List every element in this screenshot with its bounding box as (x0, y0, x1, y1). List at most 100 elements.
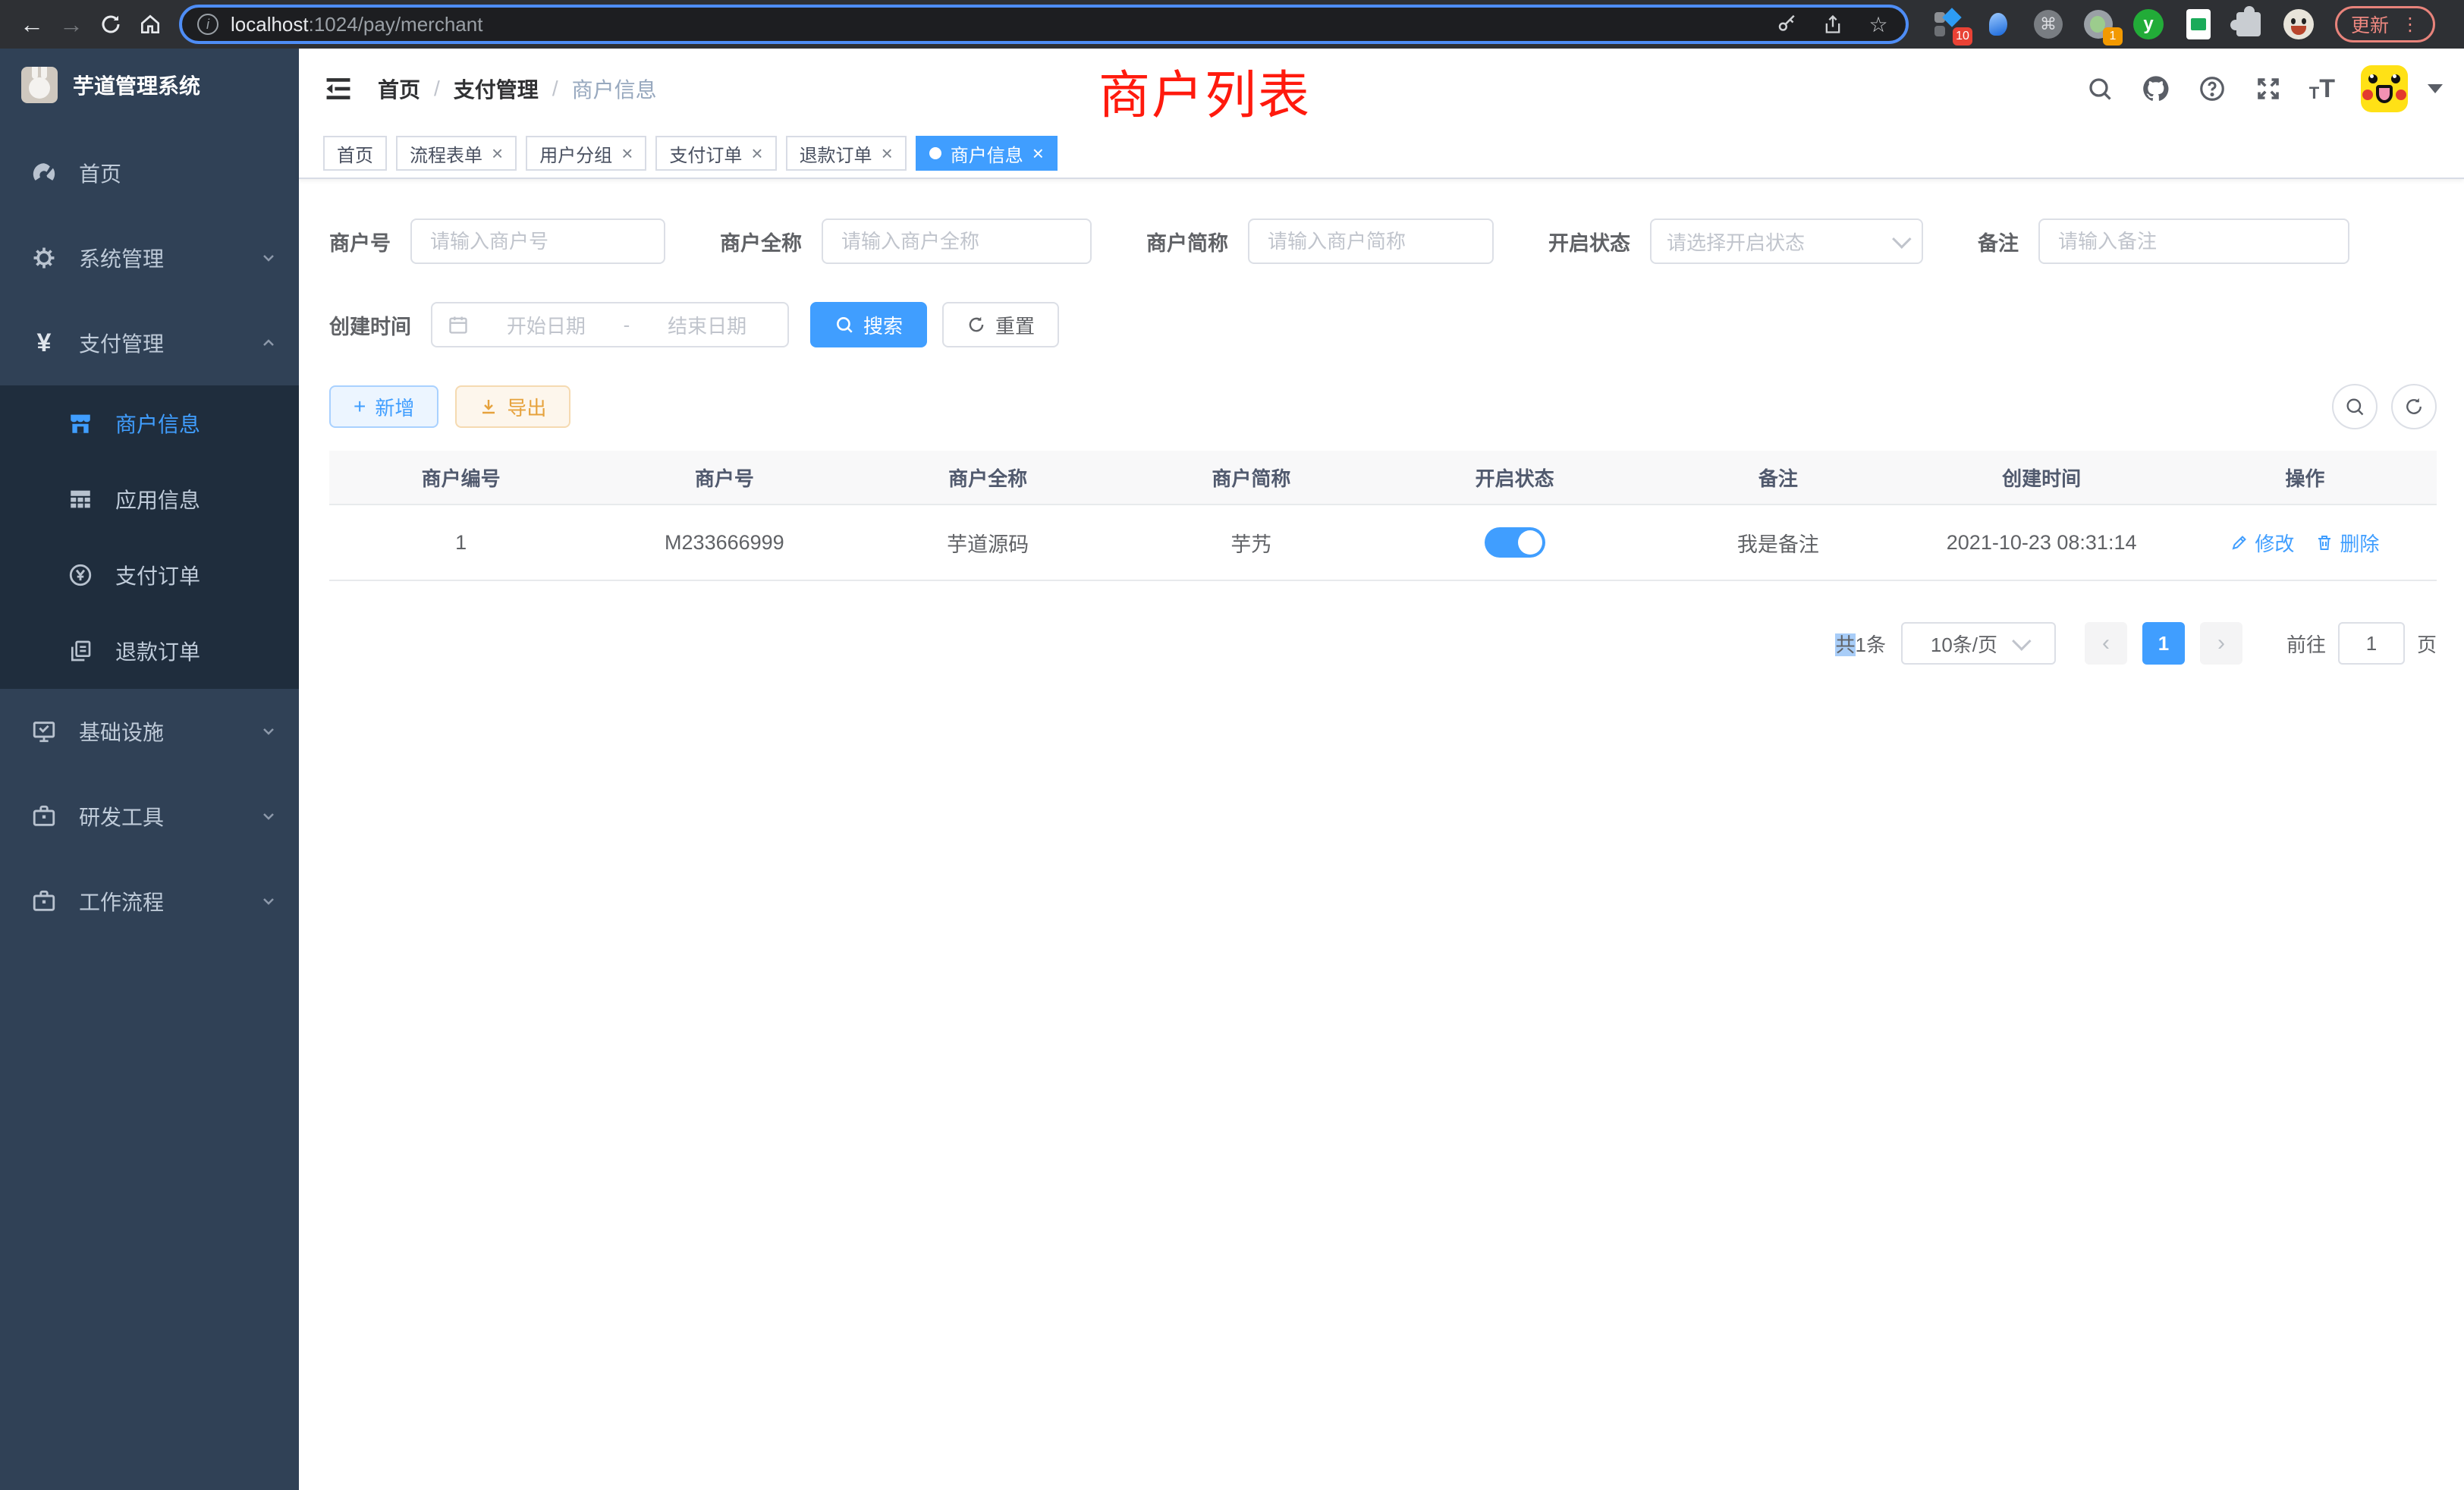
page-info-icon[interactable]: i (197, 14, 218, 35)
browser-home-button[interactable] (130, 5, 170, 44)
table-row: 1 M233666999 芋道源码 芋艿 我是备注 2021-10-23 08:… (329, 505, 2437, 581)
extension-y-icon[interactable]: y (2133, 9, 2164, 39)
breadcrumb: 首页 / 支付管理 / 商户信息 (378, 74, 657, 104)
goto-page-input[interactable] (2338, 622, 2405, 665)
extension-badge-10: 10 (1953, 27, 1972, 46)
extension-badge-1: 1 (2103, 27, 2123, 46)
close-icon[interactable]: × (621, 143, 633, 163)
status-select[interactable]: 请选择开启状态 (1650, 218, 1923, 264)
extension-command-icon[interactable]: ⌘ (2033, 9, 2063, 39)
sidebar-item-payment[interactable]: ¥ 支付管理 (0, 300, 299, 385)
github-icon[interactable] (2141, 74, 2171, 104)
shop-icon (67, 410, 94, 437)
next-page-button[interactable]: › (2200, 622, 2242, 665)
sidebar-item-devtools[interactable]: 研发工具 (0, 774, 299, 859)
sidebar-item-app-info[interactable]: 应用信息 (0, 461, 299, 537)
breadcrumb-payment[interactable]: 支付管理 (454, 74, 539, 104)
extension-notes-icon[interactable] (2183, 9, 2214, 39)
tab-refund-order[interactable]: 退款订单 × (786, 136, 907, 171)
page-size-select[interactable]: 10条/页 (1901, 622, 2056, 665)
prev-page-button[interactable]: ‹ (2085, 622, 2127, 665)
delete-link[interactable]: 删除 (2315, 529, 2379, 557)
fullscreen-icon[interactable] (2253, 74, 2283, 104)
table-toolbar: + 新增 导出 (329, 384, 2437, 429)
close-icon[interactable]: × (751, 143, 762, 163)
tab-user-group[interactable]: 用户分组 × (526, 136, 646, 171)
sidebar-toggle-icon[interactable] (323, 74, 354, 104)
extensions-puzzle-icon[interactable] (2233, 9, 2264, 39)
extension-recorder-icon[interactable]: 1 (2083, 9, 2114, 39)
sidebar-item-label: 基础设施 (79, 716, 259, 747)
profile-emoji-icon[interactable] (2283, 9, 2314, 39)
close-icon[interactable]: × (492, 143, 503, 163)
page-1-button[interactable]: 1 (2142, 622, 2185, 665)
create-time-range-picker[interactable]: 开始日期 - 结束日期 (431, 302, 789, 347)
sidebar-item-system[interactable]: 系统管理 (0, 215, 299, 300)
extension-workspaces-icon[interactable]: 10 (1933, 9, 1963, 39)
goto-page: 前往 页 (2286, 622, 2437, 665)
cell-full-name: 芋道源码 (856, 505, 1120, 580)
font-size-icon[interactable]: TT (2309, 76, 2335, 102)
bookmark-star-icon[interactable]: ☆ (1866, 12, 1890, 36)
cell-merchant-id: 1 (329, 505, 592, 580)
coin-yen-icon (67, 561, 94, 589)
browser-update-button[interactable]: 更新 ⋮ (2335, 6, 2435, 42)
remark-label: 备注 (1978, 227, 2019, 256)
chevron-down-icon (259, 892, 278, 910)
reload-icon (99, 13, 122, 36)
export-button[interactable]: 导出 (455, 385, 570, 428)
sidebar-item-label: 商户信息 (115, 408, 200, 439)
close-icon[interactable]: × (882, 143, 893, 163)
password-key-icon[interactable] (1775, 12, 1799, 36)
search-button[interactable]: 搜索 (810, 302, 927, 347)
sidebar-header[interactable]: 芋道管理系统 (0, 49, 299, 121)
sidebar-item-label: 应用信息 (115, 484, 200, 514)
sidebar-item-pay-order[interactable]: 支付订单 (0, 537, 299, 613)
refresh-table-button[interactable] (2391, 384, 2437, 429)
help-icon[interactable] (2197, 74, 2227, 104)
breadcrumb-home[interactable]: 首页 (378, 74, 420, 104)
merchant-name-input[interactable] (822, 218, 1092, 264)
end-date-placeholder: 结束日期 (642, 311, 772, 339)
chevron-down-icon (259, 722, 278, 740)
url-bar[interactable]: i localhost:1024/pay/merchant ☆ (179, 5, 1909, 44)
merchant-short-label: 商户简称 (1146, 227, 1228, 256)
sidebar-item-workflow[interactable]: 工作流程 (0, 859, 299, 944)
page-content: 商户号 商户全称 商户简称 开启状态 请选择开启状态 (299, 179, 2464, 665)
user-avatar[interactable] (2361, 65, 2408, 112)
browser-forward-button[interactable]: → (52, 5, 91, 44)
documents-icon (67, 637, 94, 665)
plus-icon: + (354, 395, 366, 419)
tab-pay-order[interactable]: 支付订单 × (655, 136, 776, 171)
browser-menu-icon[interactable]: ⋮ (2401, 14, 2419, 36)
tab-process-form[interactable]: 流程表单 × (396, 136, 517, 171)
sidebar-item-home[interactable]: 首页 (0, 130, 299, 215)
browser-reload-button[interactable] (91, 5, 130, 44)
merchant-short-input[interactable] (1248, 218, 1494, 264)
share-icon[interactable] (1821, 12, 1845, 36)
search-icon[interactable] (2085, 74, 2115, 104)
add-button[interactable]: + 新增 (329, 385, 438, 428)
browser-back-button[interactable]: ← (12, 5, 52, 44)
tab-merchant-info[interactable]: 商户信息 × (916, 136, 1058, 171)
merchant-no-input[interactable] (410, 218, 665, 264)
status-toggle[interactable] (1485, 527, 1545, 558)
extension-kite-icon[interactable] (1983, 9, 2013, 39)
show-search-toggle-button[interactable] (2332, 384, 2378, 429)
remark-input[interactable] (2038, 218, 2349, 264)
reset-button[interactable]: 重置 (942, 302, 1059, 347)
merchant-no-label: 商户号 (329, 227, 391, 256)
tab-home[interactable]: 首页 (323, 136, 387, 171)
close-icon[interactable]: × (1032, 143, 1044, 163)
trash-icon (2315, 533, 2334, 552)
url-text: localhost:1024/pay/merchant (231, 13, 1763, 36)
main-area: 首页 / 支付管理 / 商户信息 商户列表 (299, 49, 2464, 1490)
sidebar-item-refund-order[interactable]: 退款订单 (0, 613, 299, 689)
sidebar-item-merchant-info[interactable]: 商户信息 (0, 385, 299, 461)
sidebar-item-label: 退款订单 (115, 636, 200, 666)
sidebar-item-infrastructure[interactable]: 基础设施 (0, 689, 299, 774)
user-menu-caret-icon[interactable] (2428, 84, 2443, 93)
sidebar-item-label: 系统管理 (79, 243, 259, 273)
edit-link[interactable]: 修改 (2230, 529, 2294, 557)
gear-icon (30, 244, 58, 272)
